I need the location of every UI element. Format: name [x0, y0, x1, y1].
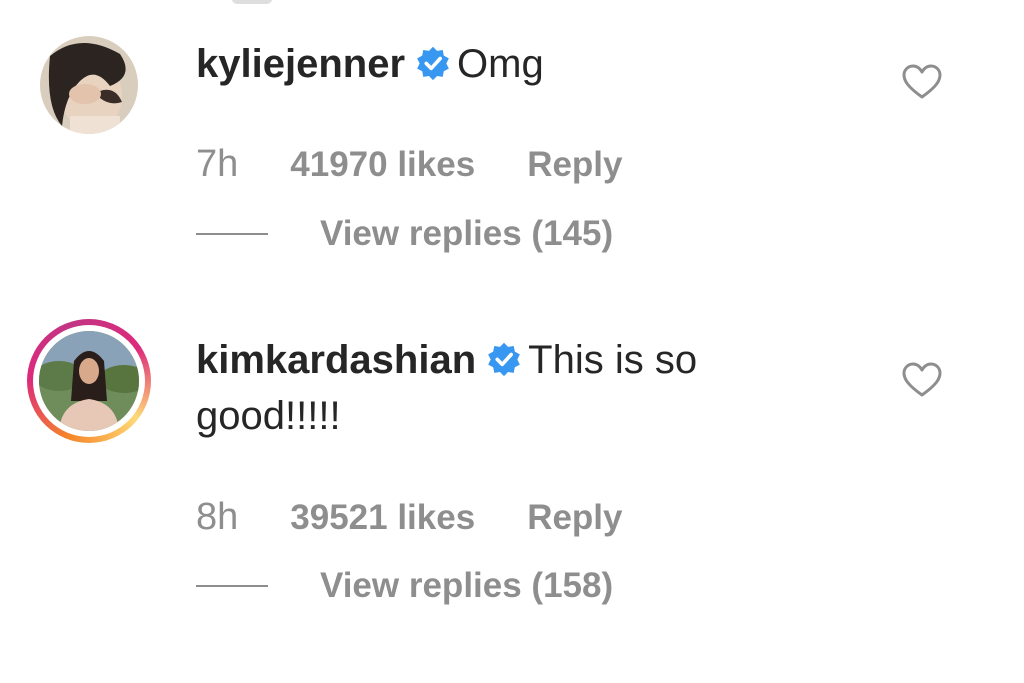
avatar-image	[39, 331, 139, 431]
comment-username[interactable]: kimkardashian	[196, 338, 476, 382]
comment-username[interactable]: kyliejenner	[196, 42, 405, 86]
avatar[interactable]	[39, 331, 139, 431]
comment-meta: 7h 41970 likes Reply	[196, 143, 623, 186]
replies-divider-line	[196, 585, 268, 587]
replies-divider-line	[196, 233, 268, 235]
verified-badge-icon	[415, 40, 451, 81]
comment-body: kyliejenner Omg	[196, 36, 836, 92]
view-replies-label[interactable]: View replies (145)	[320, 214, 613, 254]
comment-text: Omg	[457, 42, 544, 86]
avatar[interactable]	[40, 36, 138, 134]
previous-comment-fragment	[232, 0, 272, 4]
verified-badge-icon	[486, 336, 522, 377]
avatar-image	[40, 36, 138, 134]
view-replies-button[interactable]: View replies (158)	[196, 566, 613, 606]
reply-button[interactable]: Reply	[527, 145, 622, 185]
comment-timestamp[interactable]: 8h	[196, 496, 238, 539]
heart-outline-icon[interactable]	[902, 64, 942, 100]
comment-timestamp[interactable]: 7h	[196, 143, 238, 186]
view-replies-label[interactable]: View replies (158)	[320, 566, 613, 606]
comment-likes[interactable]: 39521 likes	[290, 498, 475, 538]
comment-body: kimkardashian This is so good!!!!!	[196, 332, 836, 444]
heart-outline-icon[interactable]	[902, 362, 942, 398]
comment-likes[interactable]: 41970 likes	[290, 145, 475, 185]
view-replies-button[interactable]: View replies (145)	[196, 214, 613, 254]
comment-meta: 8h 39521 likes Reply	[196, 496, 623, 539]
story-ring[interactable]	[27, 319, 151, 443]
reply-button[interactable]: Reply	[527, 498, 622, 538]
